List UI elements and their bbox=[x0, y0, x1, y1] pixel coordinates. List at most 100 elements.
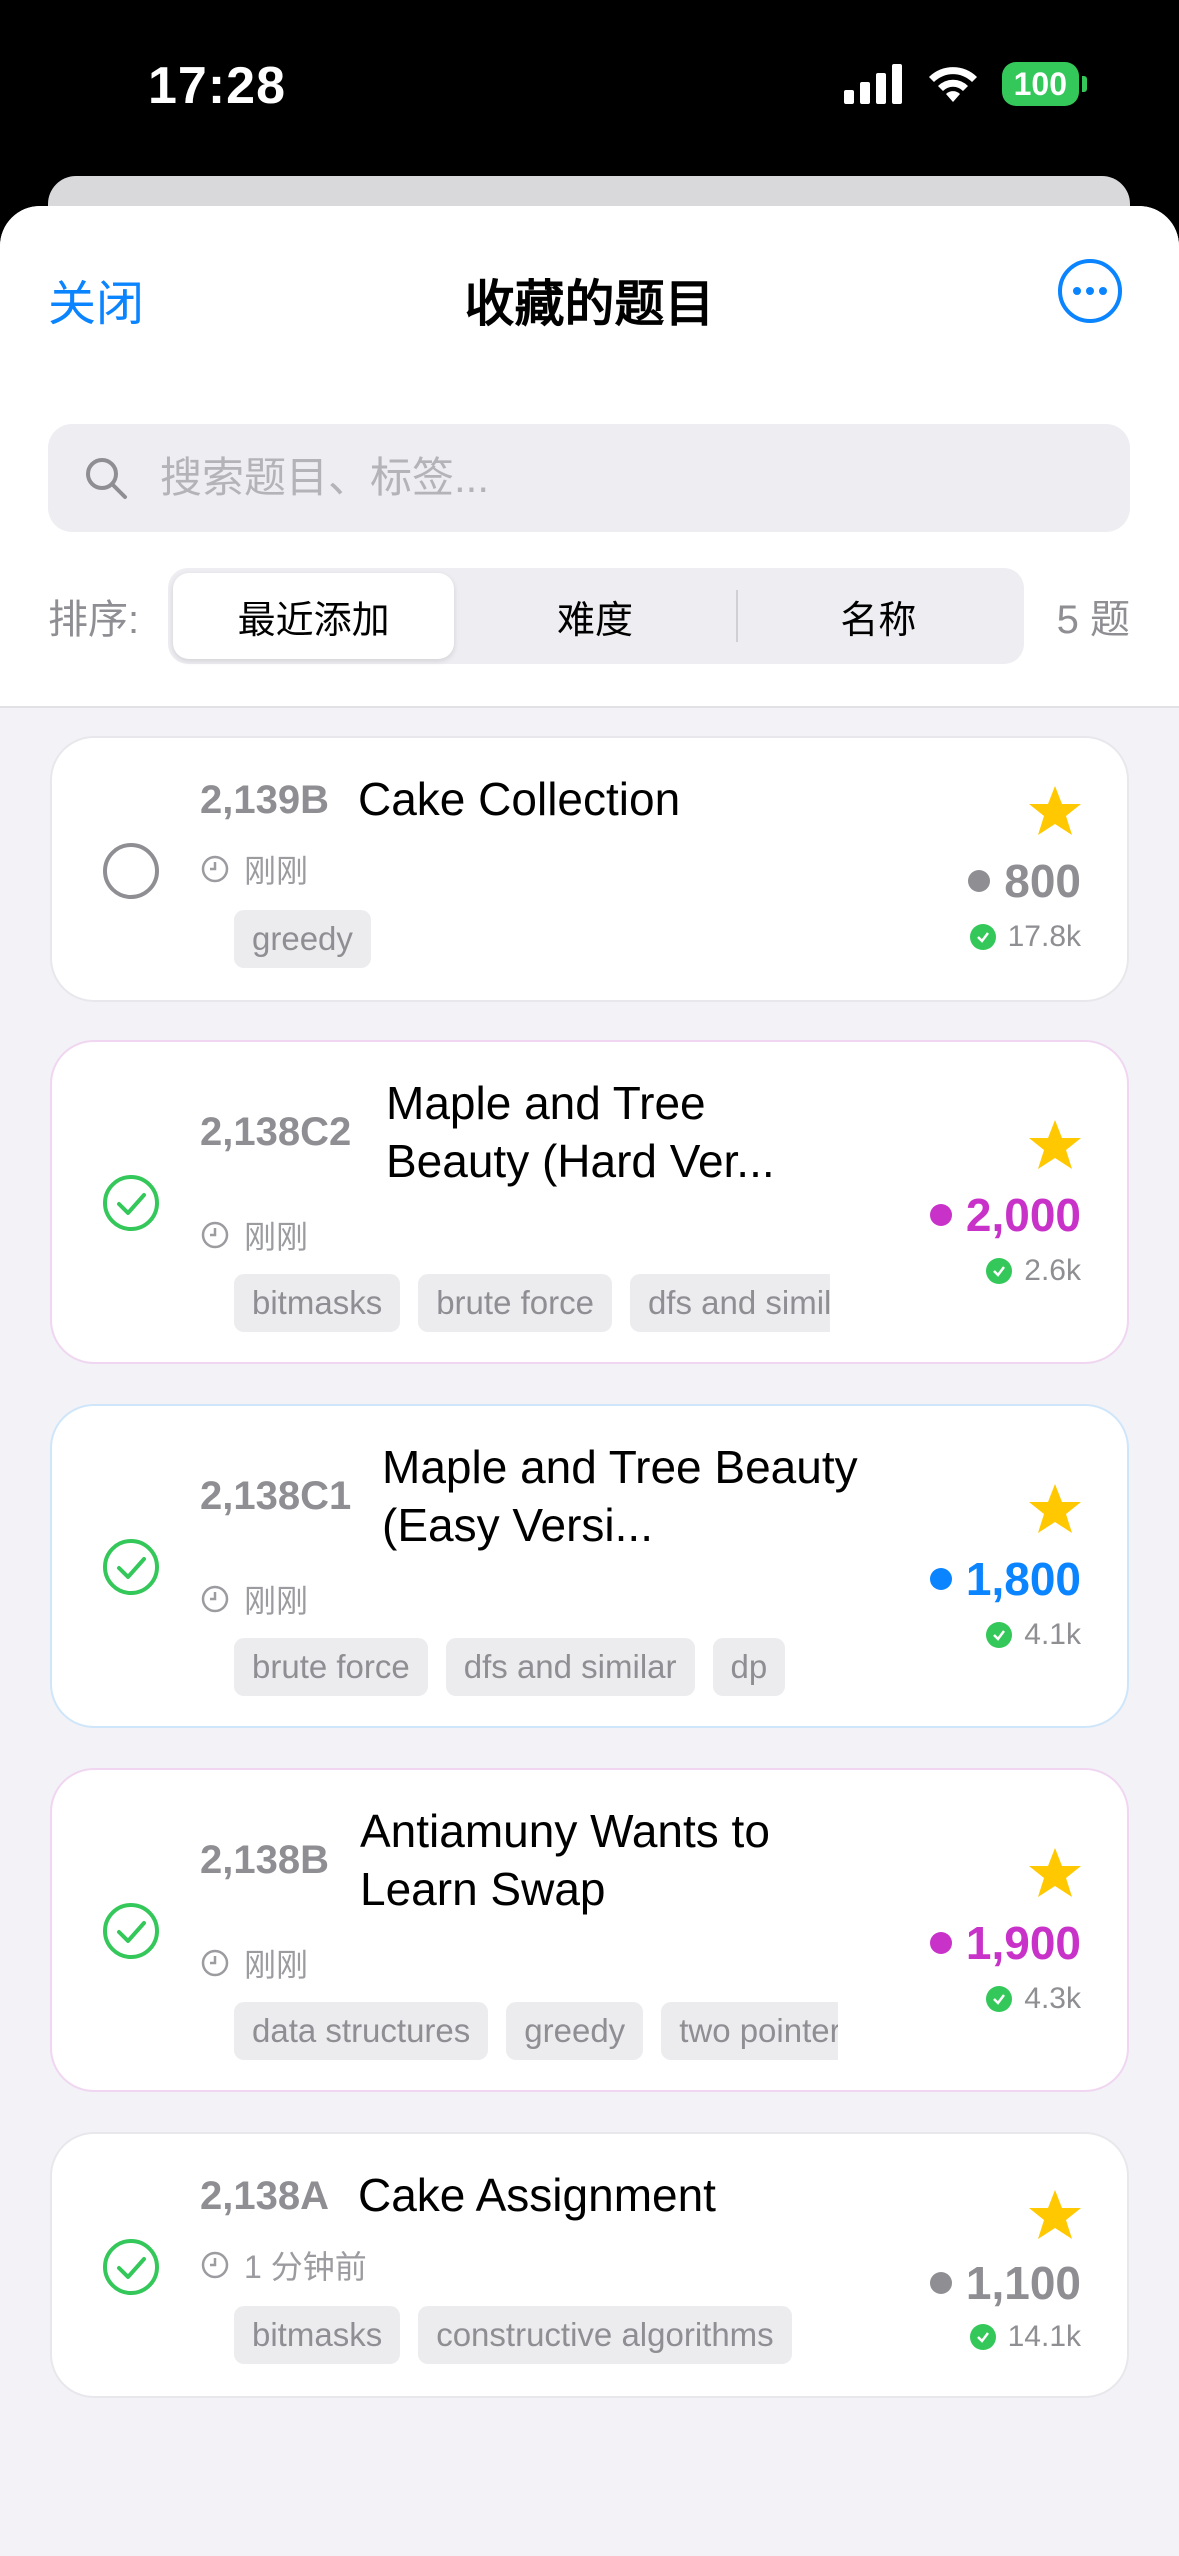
problem-id: 2,138A bbox=[200, 2174, 329, 2218]
rating-dot bbox=[929, 1568, 952, 1590]
solved-count: 2.6k bbox=[986, 1254, 1081, 1288]
solved-count: 4.3k bbox=[986, 1982, 1081, 2016]
clock-icon bbox=[201, 1949, 229, 1977]
added-time: 刚刚 bbox=[200, 846, 308, 892]
tag[interactable]: brute force bbox=[418, 1274, 612, 1332]
tag[interactable]: data structures bbox=[234, 2002, 489, 2060]
star-icon[interactable] bbox=[1027, 1846, 1083, 1900]
difficulty-rating: 800 bbox=[968, 854, 1081, 908]
problem-card[interactable]: 2,138A Cake Assignment 1 分钟前 bitmasks co… bbox=[50, 2132, 1129, 2398]
rating-value: 2,000 bbox=[965, 1189, 1081, 1241]
solved-count-text: 4.3k bbox=[1024, 1982, 1081, 2015]
added-time: 刚刚 bbox=[200, 1576, 308, 1622]
solved-count-text: 14.1k bbox=[1007, 2320, 1081, 2353]
solved-check-circle-icon[interactable] bbox=[102, 1902, 160, 1960]
sort-segmented-control: 最近添加 难度 名称 bbox=[168, 568, 1024, 664]
rating-value: 1,100 bbox=[965, 2257, 1081, 2309]
rating-dot bbox=[929, 1932, 952, 1954]
sort-option-difficulty[interactable]: 难度 bbox=[454, 573, 735, 659]
more-options-icon[interactable] bbox=[1057, 258, 1123, 324]
sort-option-name[interactable]: 名称 bbox=[738, 573, 1019, 659]
status-time: 17:28 bbox=[148, 57, 286, 115]
problem-name: Antiamuny Wants to Learn Swap bbox=[360, 1805, 770, 1915]
tag[interactable]: brute force bbox=[234, 1638, 428, 1696]
problem-id: 2,139B bbox=[200, 778, 329, 822]
added-time-text: 刚刚 bbox=[244, 853, 309, 889]
solved-count-text: 4.1k bbox=[1024, 1618, 1081, 1651]
unsolved-circle-icon[interactable] bbox=[102, 842, 160, 900]
sort-row: 排序: 最近添加 难度 名称 5 题 bbox=[48, 566, 1130, 666]
tag-list: bitmasks constructive algorithms bbox=[234, 2306, 884, 2364]
search-icon bbox=[86, 458, 127, 499]
solved-check-icon bbox=[969, 924, 996, 950]
tag[interactable]: bitmasks bbox=[234, 2306, 401, 2364]
wifi-icon bbox=[928, 67, 977, 102]
star-icon[interactable] bbox=[1027, 784, 1083, 838]
tag-list: data structures greedy two pointers bbox=[234, 2002, 838, 2060]
rating-value: 1,800 bbox=[965, 1553, 1081, 1605]
search-input[interactable] bbox=[160, 454, 1060, 502]
difficulty-rating: 1,900 bbox=[929, 1916, 1081, 1970]
star-icon[interactable] bbox=[1027, 1118, 1083, 1172]
solved-check-icon bbox=[969, 2324, 996, 2350]
tag[interactable]: dfs and similar bbox=[629, 1274, 830, 1332]
solved-count: 17.8k bbox=[969, 920, 1081, 954]
tag[interactable]: greedy bbox=[234, 910, 371, 968]
solved-check-circle-icon[interactable] bbox=[102, 2238, 160, 2296]
star-icon[interactable] bbox=[1027, 1482, 1083, 1536]
added-time: 刚刚 bbox=[200, 1212, 308, 1258]
clock-icon bbox=[201, 1585, 229, 1613]
problem-name: Maple and Tree Beauty (Easy Versi... bbox=[382, 1441, 858, 1551]
tag[interactable]: bitmasks bbox=[234, 1274, 401, 1332]
tag-list: greedy bbox=[234, 910, 884, 968]
difficulty-rating: 2,000 bbox=[929, 1188, 1081, 1242]
added-time: 刚刚 bbox=[200, 1940, 308, 1986]
difficulty-rating: 1,100 bbox=[929, 2256, 1081, 2310]
problem-count: 5 题 bbox=[1056, 598, 1130, 642]
solved-check-icon bbox=[986, 1986, 1013, 2012]
clock-icon bbox=[201, 855, 229, 883]
tag[interactable]: constructive algorithms bbox=[418, 2306, 792, 2364]
sheet-header: 关闭 收藏的题目 排序: 最近添加 难度 名称 5 题 bbox=[0, 206, 1179, 708]
status-bar: 17:28 100 bbox=[0, 0, 1179, 176]
problem-card[interactable]: 2,139B Cake Collection 刚刚 greedy 800 17.… bbox=[50, 736, 1129, 1002]
problem-card[interactable]: 2,138C1 Maple and Tree Beauty (Easy Vers… bbox=[50, 1404, 1129, 1728]
problem-name: Cake Assignment bbox=[358, 2169, 716, 2221]
solved-count-text: 2.6k bbox=[1024, 1254, 1081, 1287]
sort-option-recent[interactable]: 最近添加 bbox=[173, 573, 455, 659]
rating-dot bbox=[968, 870, 991, 892]
problem-id: 2,138C1 bbox=[200, 1474, 352, 1518]
added-time: 1 分钟前 bbox=[200, 2242, 367, 2288]
tag[interactable]: dp bbox=[712, 1638, 786, 1696]
added-time-text: 1 分钟前 bbox=[244, 2249, 367, 2285]
clock-icon bbox=[201, 2251, 229, 2279]
solved-count-text: 17.8k bbox=[1007, 920, 1081, 953]
star-icon[interactable] bbox=[1027, 2188, 1083, 2242]
status-icons: 100 bbox=[843, 62, 1088, 106]
solved-check-icon bbox=[986, 1258, 1013, 1284]
sort-label: 排序: bbox=[48, 598, 140, 642]
solved-check-circle-icon[interactable] bbox=[102, 1538, 160, 1596]
added-time-text: 刚刚 bbox=[244, 1583, 309, 1619]
rating-value: 1,900 bbox=[965, 1917, 1081, 1969]
solved-check-circle-icon[interactable] bbox=[102, 1174, 160, 1232]
solved-count: 4.1k bbox=[986, 1618, 1081, 1652]
clock-icon bbox=[201, 1221, 229, 1249]
problem-card[interactable]: 2,138C2 Maple and Tree Beauty (Hard Ver.… bbox=[50, 1040, 1129, 1364]
problem-name: Cake Collection bbox=[358, 773, 681, 825]
tag-list: brute force dfs and similar dp bbox=[234, 1638, 884, 1696]
difficulty-rating: 1,800 bbox=[929, 1552, 1081, 1606]
solved-count: 14.1k bbox=[969, 2320, 1081, 2354]
tag[interactable]: two pointers bbox=[661, 2002, 838, 2060]
added-time-text: 刚刚 bbox=[244, 1219, 309, 1255]
tag-list: bitmasks brute force dfs and similar bbox=[234, 1274, 830, 1332]
tag[interactable]: greedy bbox=[506, 2002, 644, 2060]
search-bar[interactable] bbox=[48, 424, 1130, 532]
problem-card[interactable]: 2,138B Antiamuny Wants to Learn Swap 刚刚 … bbox=[50, 1768, 1129, 2092]
battery-indicator: 100 bbox=[1001, 62, 1088, 106]
cellular-signal-icon bbox=[843, 64, 902, 104]
tag[interactable]: dfs and similar bbox=[445, 1638, 695, 1696]
sheet-title: 收藏的题目 bbox=[464, 276, 715, 332]
problem-id: 2,138B bbox=[200, 1838, 329, 1882]
rating-dot bbox=[929, 1204, 952, 1226]
